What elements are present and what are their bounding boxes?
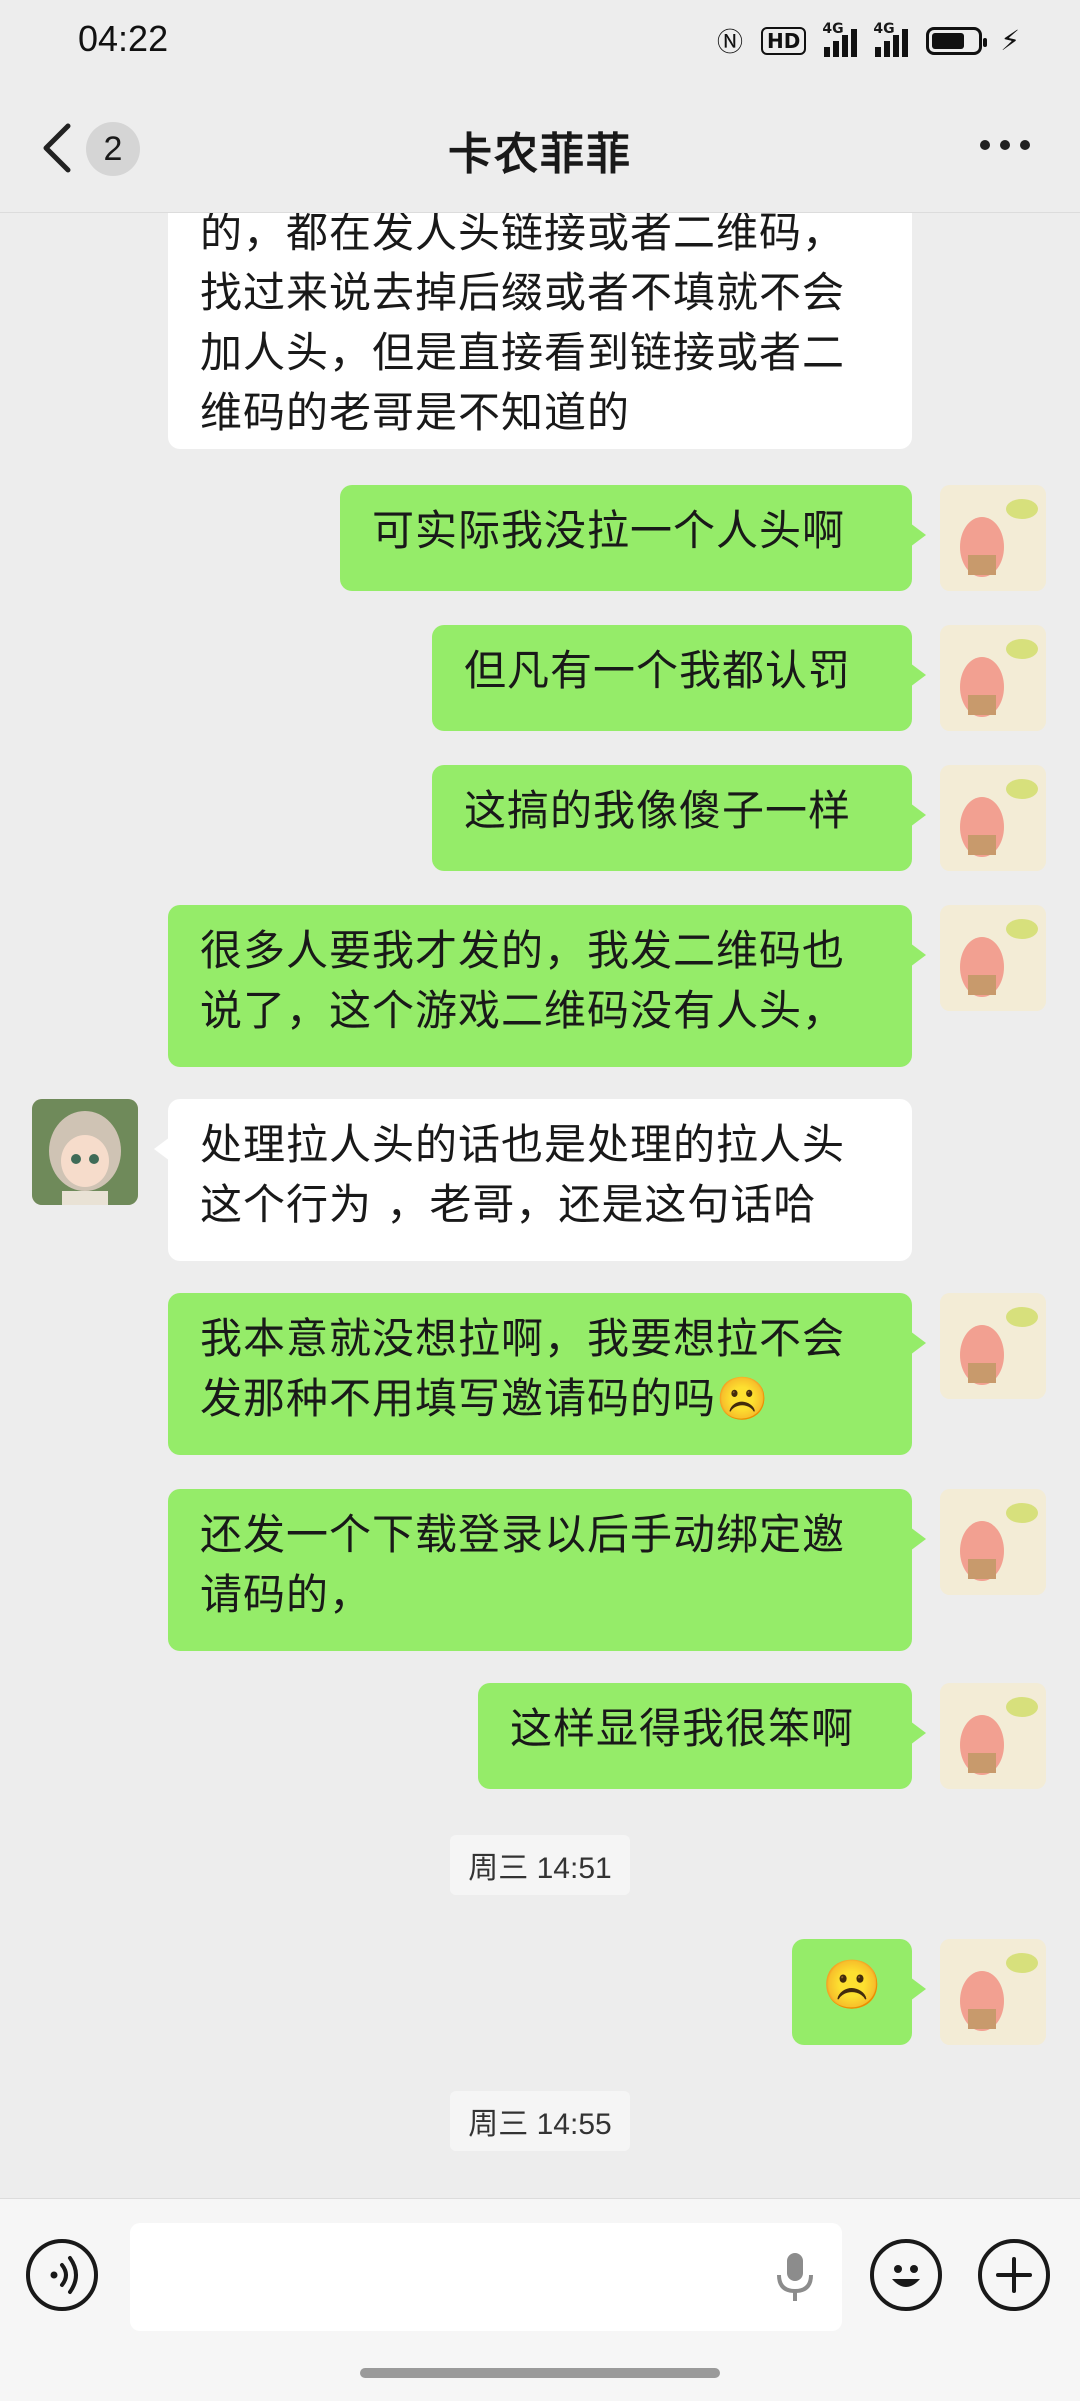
avatar-me[interactable] bbox=[940, 625, 1046, 731]
avatar-me[interactable] bbox=[940, 1489, 1046, 1595]
timestamp: 周三 14:51 bbox=[0, 1835, 1080, 1895]
message-bubble-outgoing[interactable]: ☹️ bbox=[792, 1939, 926, 2045]
message-bubble-outgoing[interactable]: 这搞的我像傻子一样 bbox=[432, 765, 926, 871]
emoji-icon bbox=[892, 2265, 920, 2287]
signal-icon-2: 4G bbox=[873, 21, 909, 57]
avatar-me[interactable] bbox=[940, 485, 1046, 591]
message-bubble-outgoing[interactable]: 可实际我没拉一个人头啊 bbox=[340, 485, 926, 591]
voice-button[interactable] bbox=[26, 2239, 98, 2311]
message-bubble-outgoing[interactable]: 很多人要我才发的，我发二维码也 说了，这个游戏二维码没有人头， bbox=[168, 905, 926, 1067]
timestamp: 周三 14:55 bbox=[0, 2091, 1080, 2151]
more-icon[interactable] bbox=[980, 140, 1030, 150]
status-bar: 04:22 Ⓝ HD 4G 4G ⚡ bbox=[0, 0, 1080, 82]
home-indicator[interactable] bbox=[360, 2368, 720, 2378]
plus-button[interactable] bbox=[978, 2239, 1050, 2311]
avatar-me[interactable] bbox=[940, 1939, 1046, 2045]
message-bubble-outgoing[interactable]: 我本意就没想拉啊，我要想拉不会 发那种不用填写邀请码的吗☹️ bbox=[168, 1293, 926, 1455]
message-bubble-outgoing[interactable]: 但凡有一个我都认罚 bbox=[432, 625, 926, 731]
hd-icon: HD bbox=[760, 26, 807, 55]
avatar-me[interactable] bbox=[940, 1293, 1046, 1399]
voice-icon bbox=[50, 2256, 78, 2294]
avatar-me[interactable] bbox=[940, 905, 1046, 1011]
chat-title: 卡农菲菲 bbox=[448, 129, 632, 180]
message-bubble-incoming[interactable]: 处理拉人头的话也是处理的拉人头 这个行为 ，老哥，还是这句话哈 bbox=[154, 1099, 912, 1261]
message-bubble-outgoing[interactable]: 还发一个下载登录以后手动绑定邀 请码的， bbox=[168, 1489, 926, 1651]
battery-icon bbox=[926, 26, 988, 55]
nfc-icon: Ⓝ bbox=[716, 28, 743, 58]
status-time: 04:22 bbox=[78, 18, 169, 59]
avatar-me[interactable] bbox=[940, 765, 1046, 871]
message-bubble-outgoing[interactable]: 这样显得我很笨啊 bbox=[478, 1683, 926, 1789]
status-icons: Ⓝ HD 4G 4G ⚡ bbox=[716, 21, 1020, 59]
signal-icon-1: 4G bbox=[822, 21, 858, 57]
avatar-contact[interactable] bbox=[32, 1099, 138, 1205]
emoji-button[interactable] bbox=[870, 2239, 942, 2311]
charging-icon: ⚡ bbox=[1000, 24, 1020, 57]
chat-header: 2 卡农菲菲 bbox=[0, 82, 1080, 213]
microphone-icon[interactable] bbox=[770, 2247, 820, 2307]
message-input[interactable] bbox=[130, 2223, 842, 2331]
plus-icon bbox=[996, 2257, 1032, 2293]
message-list[interactable]: 的，都在发人头链接或者二维码， 找过来说去掉后缀或者不填就不会 加人头，但是直接… bbox=[0, 213, 1080, 2198]
message-bubble-incoming[interactable]: 的，都在发人头链接或者二维码， 找过来说去掉后缀或者不填就不会 加人头，但是直接… bbox=[168, 213, 912, 449]
avatar-me[interactable] bbox=[940, 1683, 1046, 1789]
